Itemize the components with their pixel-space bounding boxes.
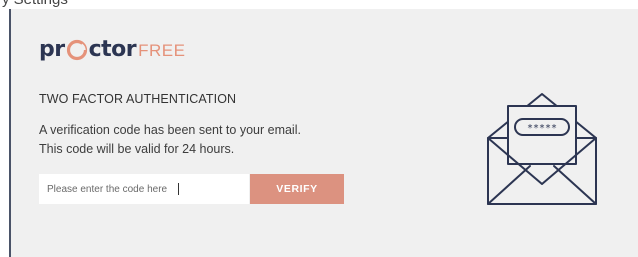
envelope-with-code-icon: ***** [484, 88, 600, 208]
camera-lens-o-icon [66, 39, 88, 61]
header-fragment-text: y Settings [2, 0, 68, 8]
verification-code-input[interactable] [39, 174, 249, 204]
page-title: TWO FACTOR AUTHENTICATION [39, 92, 237, 106]
instruction-line-1: A verification code has been sent to you… [39, 123, 301, 137]
text-cursor [178, 183, 179, 195]
verify-button[interactable]: VERIFY [250, 174, 344, 204]
proctorfree-logo: pr ctor FREE [39, 36, 185, 62]
page: y Settings pr ctor FREE TWO FACTOR AUTHE… [0, 0, 638, 257]
code-mask-text: ***** [527, 123, 557, 134]
logo-text-right: ctor [88, 36, 137, 62]
instruction-line-2: This code will be valid for 24 hours. [39, 142, 235, 156]
logo-text-suffix: FREE [138, 41, 186, 60]
logo-text-left: pr [39, 36, 65, 62]
header-fragment: y Settings [0, 0, 160, 9]
